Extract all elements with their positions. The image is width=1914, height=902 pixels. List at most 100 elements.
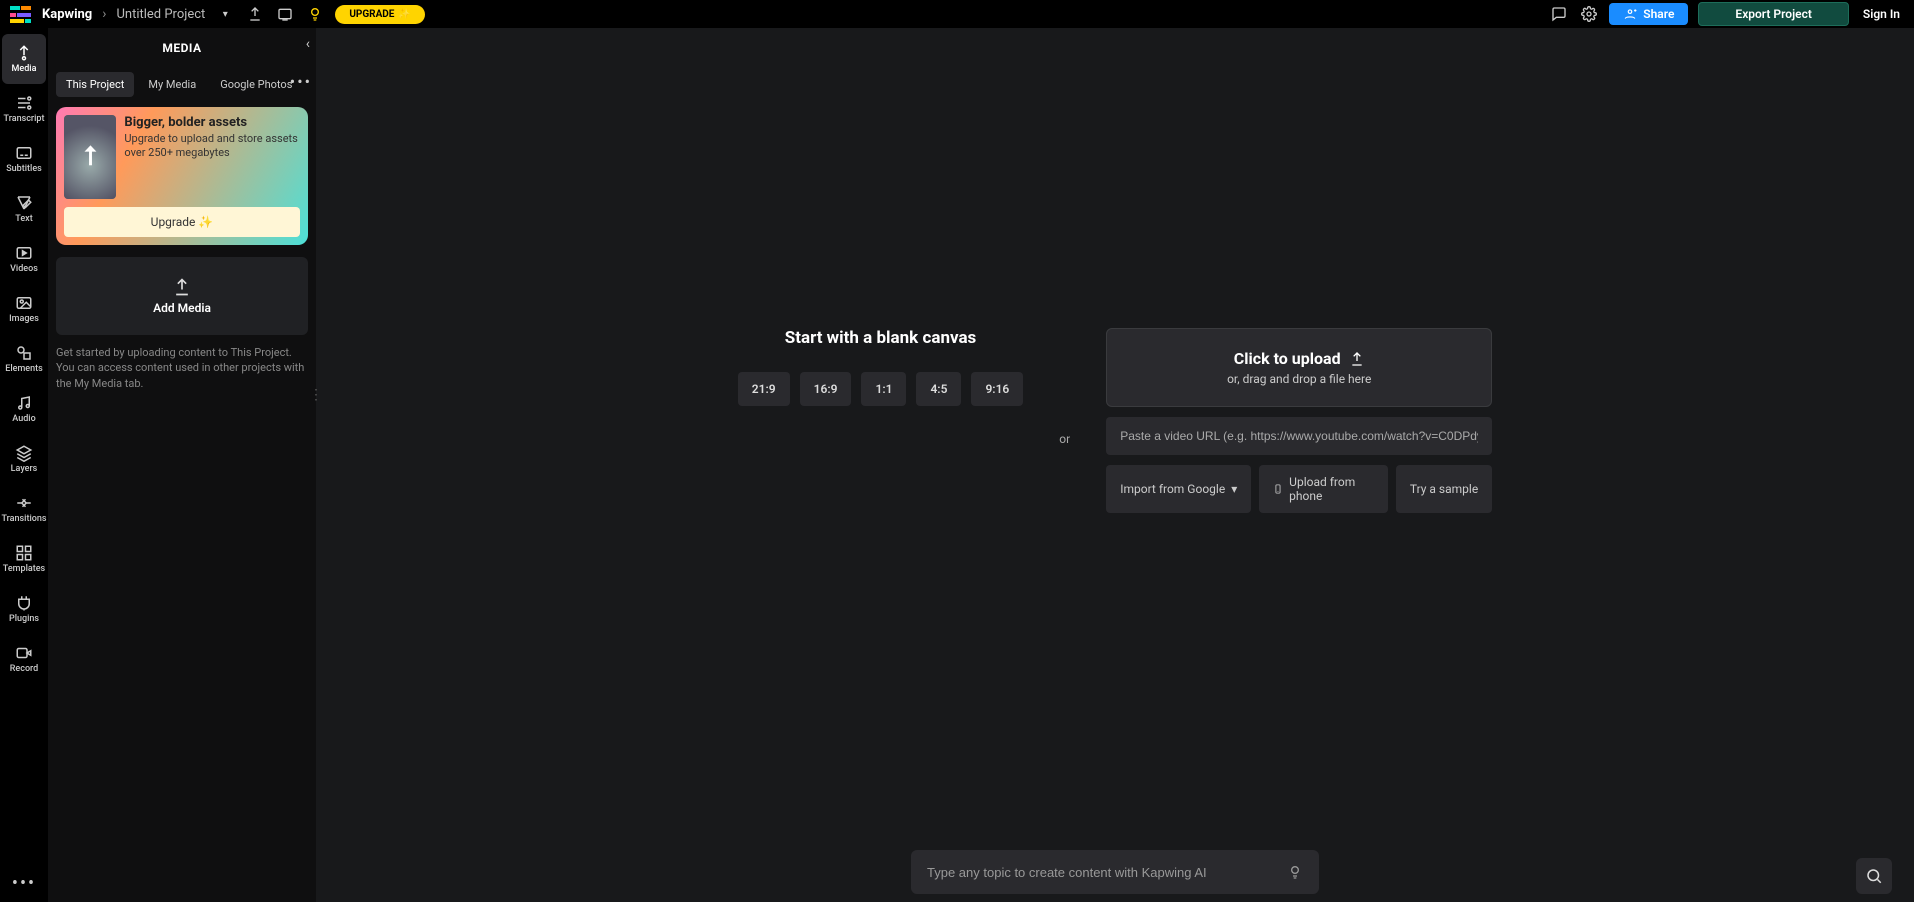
rail-label: Templates [3,564,45,574]
upload-dropzone[interactable]: Click to upload or, drag and drop a file… [1106,328,1492,407]
upload-icon [172,277,192,297]
rail-label: Transitions [1,514,46,524]
try-sample-label: Try a sample [1410,482,1478,496]
share-button-label: Share [1643,7,1674,21]
share-button[interactable]: Share [1609,3,1688,25]
brand-logo[interactable] [10,6,32,22]
rail-label: Record [10,664,38,674]
ratio-9-16[interactable]: 9:16 [971,372,1023,406]
ratio-1-1[interactable]: 1:1 [861,372,906,406]
panel-help-text: Get started by uploading content to This… [56,345,308,391]
rail-label: Audio [12,414,35,424]
panel-tabs: This Project My Media Google Photos [56,72,308,97]
tab-this-project[interactable]: This Project [56,72,134,97]
upload-phone-label: Upload from phone [1289,475,1374,503]
elements-icon [15,344,33,362]
ai-prompt-input[interactable] [927,865,1265,880]
rail-label: Transcript [4,114,45,124]
rail-label: Layers [11,464,38,474]
rail-label: Plugins [9,614,39,624]
top-bar: Kapwing › Untitled Project ▾ UPGRADE ✨ Sh… [0,0,1914,28]
upload-subtitle: or, drag and drop a file here [1117,372,1481,386]
or-separator: or [1059,432,1070,446]
rail-label: Videos [10,264,38,274]
ai-prompt-bar[interactable] [911,850,1319,894]
rail-item-subtitles[interactable]: Subtitles [2,134,46,184]
search-button[interactable] [1856,858,1892,894]
rail-item-media[interactable]: Media [2,34,46,84]
export-share-icon[interactable] [245,4,265,24]
transcript-icon [15,94,33,112]
upload-arrow-icon: ⭡ [84,142,96,173]
promo-thumb: ⭡ [64,115,116,199]
rail-item-layers[interactable]: Layers [2,434,46,484]
ratio-16-9[interactable]: 16:9 [800,372,852,406]
upload-icon [1349,351,1365,367]
export-project-button[interactable]: Export Project [1698,2,1848,26]
rail-item-templates[interactable]: Templates [2,534,46,584]
rail-label: Media [12,64,37,74]
rail-item-text[interactable]: Text [2,184,46,234]
sparkle-icon: ✨ [398,9,410,20]
screenshot-icon[interactable] [275,4,295,24]
record-icon [15,644,33,662]
upload-from-phone-button[interactable]: Upload from phone [1259,465,1388,513]
rail-item-plugins[interactable]: Plugins [2,584,46,634]
panel-more-icon[interactable]: ••• [286,70,316,93]
project-title[interactable]: Untitled Project [116,7,205,22]
search-icon [1865,867,1883,885]
rail-label: Subtitles [6,164,42,174]
try-sample-button[interactable]: Try a sample [1396,465,1492,513]
share-person-icon [1623,7,1637,21]
sparkle-hint-icon [1287,864,1303,880]
rail-item-videos[interactable]: Videos [2,234,46,284]
rail-item-images[interactable]: Images [2,284,46,334]
video-url-input[interactable] [1106,417,1492,455]
rail-label: Elements [5,364,43,374]
plugins-icon [15,594,33,612]
upload-title: Click to upload [1234,349,1341,368]
rail-item-transcript[interactable]: Transcript [2,84,46,134]
magic-hint-icon[interactable] [305,4,325,24]
ratio-4-5[interactable]: 4:5 [916,372,961,406]
tab-my-media[interactable]: My Media [138,72,206,97]
settings-icon[interactable] [1579,4,1599,24]
main-canvas-area: ⋮ Start with a blank canvas 21:9 16:9 1:… [316,28,1914,902]
upgrade-badge[interactable]: UPGRADE ✨ [335,5,425,24]
panel-collapse-icon[interactable]: ‹ [306,36,310,52]
add-media-button[interactable]: Add Media [56,257,308,335]
rail-item-transitions[interactable]: Transitions [2,484,46,534]
videos-icon [15,244,33,262]
promo-body: Upgrade to upload and store assets over … [124,132,300,161]
promo-upgrade-button[interactable]: Upgrade ✨ [64,207,300,237]
blank-canvas-section: Start with a blank canvas 21:9 16:9 1:1 … [738,328,1024,406]
sign-in-link[interactable]: Sign In [1859,7,1904,21]
upload-section: Click to upload or, drag and drop a file… [1106,328,1492,513]
layers-icon [15,444,33,462]
rail-label: Images [9,314,39,324]
rail-more-button[interactable]: ••• [12,873,36,894]
subtitles-icon [15,144,33,162]
ratio-21-9[interactable]: 21:9 [738,372,790,406]
media-panel: MEDIA ‹ ••• This Project My Media Google… [48,28,316,902]
import-from-google-button[interactable]: Import from Google ▾ [1106,465,1251,513]
add-media-label: Add Media [153,301,211,315]
comments-icon[interactable] [1549,4,1569,24]
brand-name[interactable]: Kapwing [42,7,92,22]
rail-item-record[interactable]: Record [2,634,46,684]
rail-label: Text [15,214,32,224]
left-rail: Media Transcript Subtitles Text Videos I… [0,28,48,902]
upgrade-badge-label: UPGRADE [349,9,394,20]
phone-icon [1273,483,1283,495]
rail-item-audio[interactable]: Audio [2,384,46,434]
blank-canvas-title: Start with a blank canvas [785,328,977,348]
promo-title: Bigger, bolder assets [124,115,300,130]
panel-title: MEDIA [162,41,201,55]
import-google-label: Import from Google [1120,482,1225,496]
templates-icon [15,544,33,562]
images-icon [15,294,33,312]
transitions-icon [15,494,33,512]
rail-item-elements[interactable]: Elements [2,334,46,384]
breadcrumb-sep-icon: › [102,6,106,22]
project-menu-chevron-icon[interactable]: ▾ [215,4,235,24]
